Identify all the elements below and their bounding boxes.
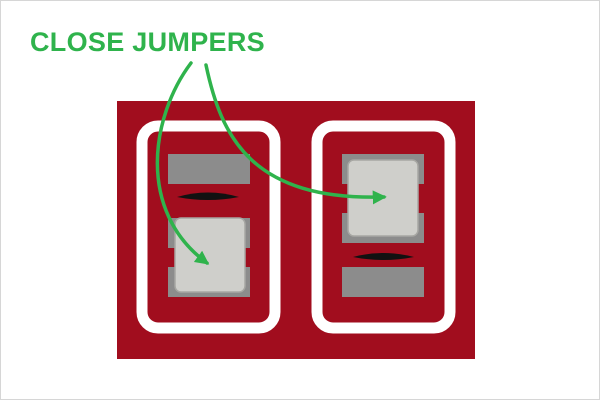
diagram-frame: CLOSE JUMPERS [0, 0, 600, 400]
right-jumper-pad-bottom [342, 267, 424, 297]
left-jumper-cap [174, 217, 246, 293]
left-jumper-pad-top [168, 154, 250, 184]
jumper-diagram [117, 61, 475, 359]
